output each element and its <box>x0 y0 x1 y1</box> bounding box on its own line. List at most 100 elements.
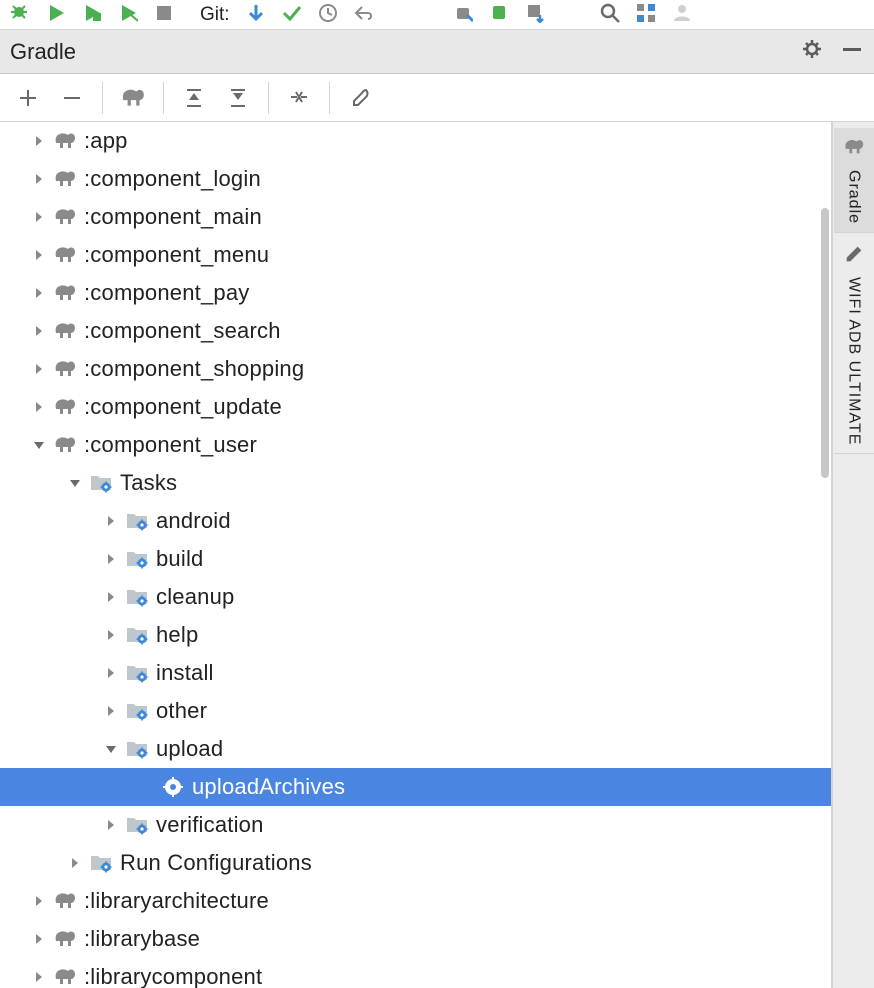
add-button[interactable] <box>10 80 46 116</box>
collapse-all-button[interactable] <box>220 80 256 116</box>
node-label: :component_menu <box>84 242 269 268</box>
tree-node[interactable]: Run Configurations <box>0 844 831 882</box>
vcs-undo-icon[interactable] <box>352 1 374 29</box>
wifi-pencil-icon <box>843 243 865 271</box>
chevron-right-icon[interactable] <box>30 892 48 910</box>
tree-node[interactable]: :component_user <box>0 426 831 464</box>
node-label: verification <box>156 812 264 838</box>
elephant-icon <box>52 356 78 382</box>
node-label: :component_user <box>84 432 257 458</box>
bug-icon[interactable] <box>8 1 30 29</box>
elephant-icon <box>52 888 78 914</box>
chevron-right-icon[interactable] <box>30 170 48 188</box>
scrollbar-thumb[interactable] <box>821 208 829 478</box>
tree-node[interactable]: :component_main <box>0 198 831 236</box>
folder-gear-icon <box>88 470 114 496</box>
download-icon[interactable] <box>523 1 545 29</box>
gradle-action-toolbar <box>0 74 874 122</box>
chevron-down-icon[interactable] <box>30 436 48 454</box>
expand-all-button[interactable] <box>176 80 212 116</box>
task-gear-icon <box>160 774 186 800</box>
run-icon[interactable] <box>44 1 66 29</box>
chevron-right-icon[interactable] <box>102 664 120 682</box>
profile-icon[interactable] <box>80 1 102 29</box>
chevron-right-icon[interactable] <box>30 132 48 150</box>
node-label: :component_shopping <box>84 356 304 382</box>
attach-icon[interactable] <box>116 1 138 29</box>
chevron-right-icon[interactable] <box>102 588 120 606</box>
remove-button[interactable] <box>54 80 90 116</box>
tree-node[interactable]: :component_search <box>0 312 831 350</box>
folder-gear-icon <box>124 508 150 534</box>
tree-node[interactable]: :component_shopping <box>0 350 831 388</box>
right-tab-wifi-adb-ultimate[interactable]: WIFI ADB ULTIMATE <box>834 235 874 454</box>
folder-gear-icon <box>88 850 114 876</box>
offline-button[interactable] <box>281 80 317 116</box>
tree-node[interactable]: :component_pay <box>0 274 831 312</box>
android-icon-1[interactable] <box>451 1 473 29</box>
right-tab-gradle[interactable]: Gradle <box>834 128 874 233</box>
user-icon[interactable] <box>670 1 692 29</box>
chevron-down-icon[interactable] <box>102 740 120 758</box>
tree-node[interactable]: verification <box>0 806 831 844</box>
tree-node[interactable]: help <box>0 616 831 654</box>
tree-node[interactable]: :component_update <box>0 388 831 426</box>
tree-node[interactable]: :app <box>0 122 831 160</box>
node-label: build <box>156 546 203 572</box>
tree-node[interactable]: android <box>0 502 831 540</box>
elephant-icon <box>52 926 78 952</box>
tree-node[interactable]: Tasks <box>0 464 831 502</box>
node-label: Tasks <box>120 470 177 496</box>
folder-gear-icon <box>124 584 150 610</box>
chevron-right-icon[interactable] <box>30 360 48 378</box>
tree-node[interactable]: :librarycomponent <box>0 958 831 988</box>
separator <box>163 82 164 114</box>
tree-node[interactable]: other <box>0 692 831 730</box>
chevron-right-icon[interactable] <box>102 702 120 720</box>
chevron-right-icon[interactable] <box>30 284 48 302</box>
stop-icon[interactable] <box>152 1 174 29</box>
tree-node[interactable]: :component_menu <box>0 236 831 274</box>
hide-icon[interactable] <box>840 37 864 67</box>
tree-node[interactable]: uploadArchives <box>0 768 831 806</box>
tree-node[interactable]: :libraryarchitecture <box>0 882 831 920</box>
vcs-commit-icon[interactable] <box>280 1 302 29</box>
settings-button[interactable] <box>342 80 378 116</box>
elephant-icon <box>52 432 78 458</box>
chevron-right-icon[interactable] <box>30 246 48 264</box>
chevron-down-icon[interactable] <box>66 474 84 492</box>
chevron-right-icon[interactable] <box>30 968 48 986</box>
chevron-right-icon[interactable] <box>102 550 120 568</box>
chevron-right-icon[interactable] <box>30 398 48 416</box>
chevron-right-icon[interactable] <box>102 816 120 834</box>
search-icon[interactable] <box>598 1 620 29</box>
tree-node[interactable]: build <box>0 540 831 578</box>
chevron-right-icon[interactable] <box>30 208 48 226</box>
chevron-right-icon[interactable] <box>30 930 48 948</box>
node-label: cleanup <box>156 584 234 610</box>
folder-gear-icon <box>124 736 150 762</box>
panel-title: Gradle <box>10 39 76 65</box>
node-label: :component_search <box>84 318 281 344</box>
node-label: :component_pay <box>84 280 249 306</box>
android-icon-2[interactable] <box>487 1 509 29</box>
tree-node[interactable]: upload <box>0 730 831 768</box>
settings-icon[interactable] <box>800 37 824 67</box>
grid-icon[interactable] <box>634 1 656 29</box>
chevron-right-icon[interactable] <box>66 854 84 872</box>
gradle-tree[interactable]: :app:component_login:component_main :comp… <box>0 122 832 988</box>
tree-node[interactable]: install <box>0 654 831 692</box>
chevron-right-icon[interactable] <box>30 322 48 340</box>
chevron-right-icon[interactable] <box>102 512 120 530</box>
elephant-icon <box>52 166 78 192</box>
tree-node[interactable]: :component_login <box>0 160 831 198</box>
vcs-update-icon[interactable] <box>244 1 266 29</box>
vcs-history-icon[interactable] <box>316 1 338 29</box>
folder-gear-icon <box>124 546 150 572</box>
node-label: android <box>156 508 231 534</box>
elephant-icon <box>52 318 78 344</box>
refresh-button[interactable] <box>115 80 151 116</box>
tree-node[interactable]: :librarybase <box>0 920 831 958</box>
tree-node[interactable]: cleanup <box>0 578 831 616</box>
chevron-right-icon[interactable] <box>102 626 120 644</box>
